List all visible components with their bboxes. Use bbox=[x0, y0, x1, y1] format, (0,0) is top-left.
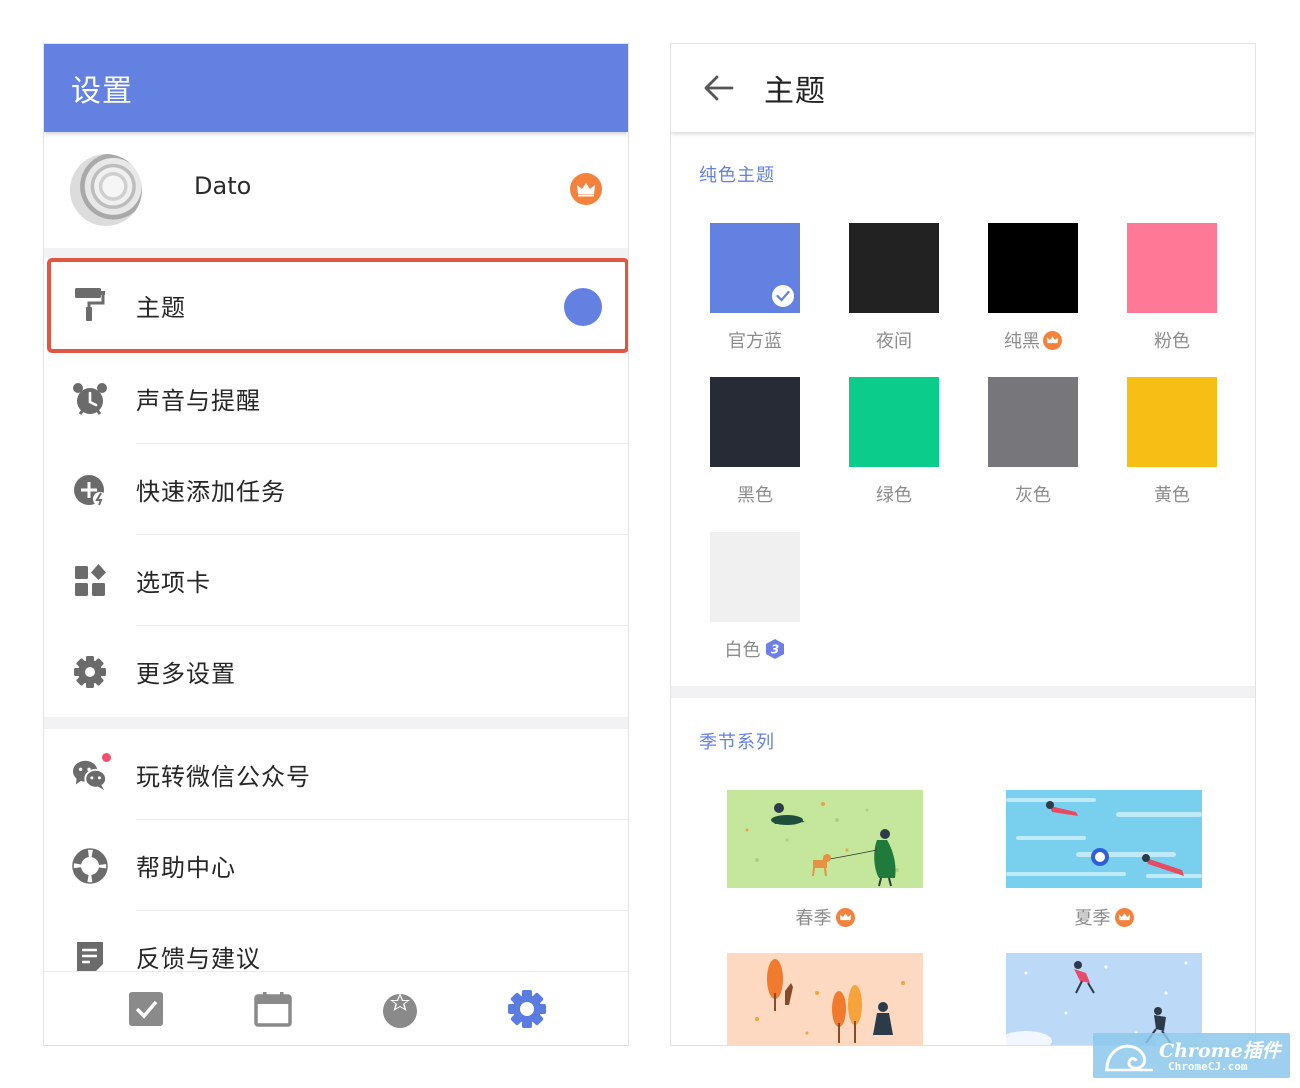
theme-swatch-label: 白色 3 bbox=[685, 636, 825, 662]
back-arrow-icon[interactable] bbox=[701, 70, 737, 106]
menu-item-quick-add[interactable]: 快速添加任务 bbox=[44, 444, 628, 535]
gear-icon bbox=[72, 654, 108, 690]
theme-swatch-label: 灰色 bbox=[963, 481, 1103, 507]
bottom-nav bbox=[44, 971, 628, 1045]
watermark-logo: Chrome插件 ChromeCJ.com bbox=[1093, 1033, 1290, 1078]
season-name: 春季 bbox=[795, 908, 832, 929]
theme-name: 黄色 bbox=[1154, 485, 1190, 506]
premium-crown-icon bbox=[835, 907, 855, 927]
page-title: 设置 bbox=[71, 74, 133, 109]
menu-label-tabs: 选项卡 bbox=[136, 569, 211, 597]
settings-header: 设置 bbox=[44, 44, 628, 132]
level-badge-icon: 3 bbox=[764, 638, 786, 660]
settings-menu: 主题 声音与提醒 快速添加任务 选项卡 更多设置 玩转微信公众号 帮助中心 反馈… bbox=[44, 258, 628, 1002]
current-theme-color-dot bbox=[564, 288, 602, 326]
highlight-frame bbox=[47, 258, 628, 353]
theme-swatch-label: 官方蓝 bbox=[685, 327, 825, 353]
menu-label-sound: 声音与提醒 bbox=[136, 387, 261, 415]
menu-label-theme: 主题 bbox=[136, 294, 186, 322]
nav-pomodoro-icon[interactable] bbox=[380, 989, 420, 1029]
menu-item-wechat[interactable]: 玩转微信公众号 bbox=[44, 729, 628, 820]
theme-swatch[interactable] bbox=[1127, 377, 1217, 467]
theme-swatch-label: 夜间 bbox=[824, 327, 964, 353]
theme-name: 纯黑 bbox=[1004, 331, 1040, 352]
menu-label-wechat: 玩转微信公众号 bbox=[136, 763, 311, 791]
theme-swatch-label: 纯黑 bbox=[963, 327, 1103, 353]
menu-item-help[interactable]: 帮助中心 bbox=[44, 820, 628, 911]
theme-name: 粉色 bbox=[1154, 331, 1190, 352]
nav-settings-gear-icon[interactable] bbox=[507, 989, 547, 1029]
wechat-icon bbox=[72, 757, 108, 793]
notification-dot bbox=[102, 753, 111, 762]
theme-name: 夜间 bbox=[876, 331, 912, 352]
quick-add-icon bbox=[72, 472, 108, 508]
section-separator bbox=[44, 248, 628, 258]
solid-theme-section-title: 纯色主题 bbox=[699, 165, 775, 186]
nav-tasks-checkbox-icon[interactable] bbox=[126, 989, 166, 1029]
premium-crown-icon bbox=[1114, 907, 1134, 927]
season-label-spring: 春季 bbox=[727, 904, 923, 930]
theme-swatch[interactable] bbox=[710, 377, 800, 467]
profile-name: Dato bbox=[194, 172, 252, 200]
theme-swatch[interactable] bbox=[988, 377, 1078, 467]
theme-swatch[interactable] bbox=[1127, 223, 1217, 313]
avatar[interactable] bbox=[70, 154, 142, 226]
menu-item-sound[interactable]: 声音与提醒 bbox=[44, 353, 628, 444]
selected-check-icon bbox=[772, 285, 794, 307]
theme-swatch-label: 黄色 bbox=[1102, 481, 1242, 507]
menu-item-theme[interactable]: 主题 bbox=[44, 258, 628, 353]
theme-card-summer[interactable] bbox=[1006, 790, 1202, 888]
theme-swatch[interactable] bbox=[849, 223, 939, 313]
menu-item-tabs[interactable]: 选项卡 bbox=[44, 535, 628, 626]
page-title: 主题 bbox=[764, 74, 826, 109]
nav-calendar-icon[interactable] bbox=[253, 989, 293, 1029]
theme-swatch[interactable] bbox=[710, 223, 800, 313]
alarm-clock-icon bbox=[72, 381, 108, 417]
theme-swatch[interactable] bbox=[988, 223, 1078, 313]
menu-label-help: 帮助中心 bbox=[136, 854, 236, 882]
watermark-title: Chrome插件 bbox=[1159, 1040, 1281, 1062]
theme-name: 黑色 bbox=[737, 485, 773, 506]
profile-row[interactable]: Dato bbox=[44, 132, 628, 248]
theme-swatch[interactable] bbox=[710, 532, 800, 622]
feedback-document-icon bbox=[72, 939, 108, 975]
theme-screen: 主题 纯色主题 官方蓝 夜间 纯黑 粉色黑色 绿色 灰色 黄色白色 3 季节系列 春季 bbox=[670, 43, 1256, 1046]
theme-swatch-label: 黑色 bbox=[685, 481, 825, 507]
theme-name: 灰色 bbox=[1015, 485, 1051, 506]
menu-label-quick-add: 快速添加任务 bbox=[136, 478, 286, 506]
premium-crown-icon bbox=[1043, 330, 1062, 350]
theme-name: 白色 bbox=[724, 640, 761, 661]
svg-text:3: 3 bbox=[770, 643, 778, 657]
season-label-summer: 夏季 bbox=[1006, 904, 1202, 930]
theme-card-spring[interactable] bbox=[727, 790, 923, 888]
theme-card-autumn[interactable] bbox=[727, 953, 923, 1045]
season-name: 夏季 bbox=[1074, 908, 1111, 929]
theme-swatch[interactable] bbox=[849, 377, 939, 467]
settings-screen: 设置 Dato 主题 声音与提醒 快速添加任务 选项卡 更多设置 玩转微信公众号… bbox=[43, 43, 629, 1046]
theme-name: 绿色 bbox=[876, 485, 912, 506]
paint-roller-icon bbox=[72, 286, 108, 322]
menu-item-more-settings[interactable]: 更多设置 bbox=[44, 626, 628, 717]
theme-swatch-label: 粉色 bbox=[1102, 327, 1242, 353]
season-section-title: 季节系列 bbox=[699, 732, 775, 753]
lifebuoy-icon bbox=[72, 848, 108, 884]
theme-swatch-label: 绿色 bbox=[824, 481, 964, 507]
section-separator bbox=[671, 686, 1255, 698]
widgets-icon bbox=[72, 563, 108, 599]
premium-crown-icon[interactable] bbox=[570, 173, 602, 205]
theme-name: 官方蓝 bbox=[728, 331, 782, 352]
menu-label-more-settings: 更多设置 bbox=[136, 660, 236, 688]
theme-header: 主题 bbox=[671, 44, 1255, 132]
menu-label-feedback: 反馈与建议 bbox=[136, 945, 261, 973]
section-separator bbox=[44, 717, 628, 729]
watermark-subtitle: ChromeCJ.com bbox=[1168, 1060, 1248, 1073]
